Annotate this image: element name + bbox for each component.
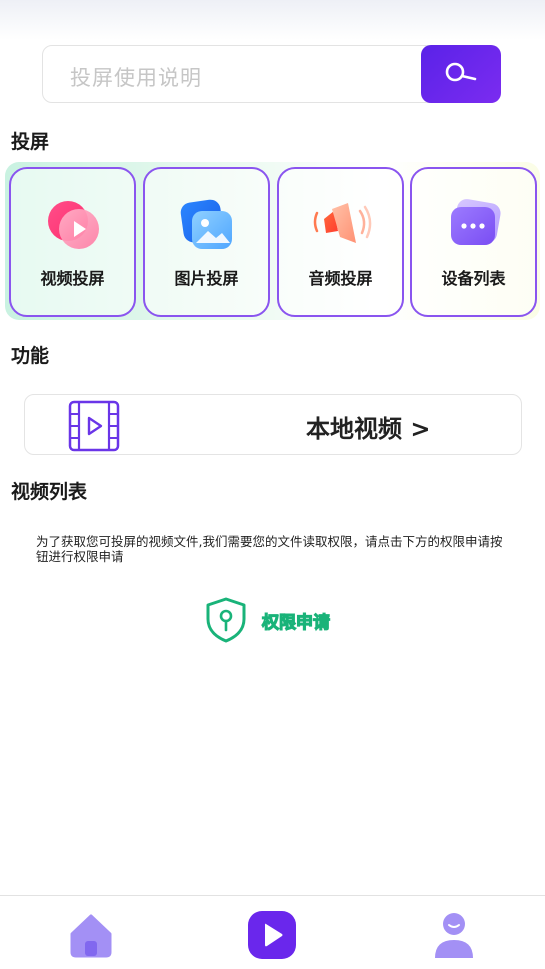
cast-card-devices[interactable]: 设备列表: [410, 167, 537, 317]
permission-request-button[interactable]: 权限申请: [204, 597, 364, 643]
cast-card-devices-label: 设备列表: [441, 269, 506, 288]
cast-card-image-label: 图片投屏: [174, 269, 239, 288]
status-bar-background: [0, 0, 545, 40]
bottom-navigation: [0, 895, 545, 969]
cast-card-audio-label: 音频投屏: [308, 269, 373, 288]
user-icon: [435, 913, 473, 958]
video-file-icon: [68, 400, 120, 452]
search-icon: [445, 62, 477, 82]
video-play-icon: [48, 201, 99, 249]
cast-section-title: 投屏: [11, 131, 50, 153]
image-icon: [180, 199, 232, 249]
permission-request-label: 权限申请: [261, 612, 330, 633]
nav-home[interactable]: [64, 908, 118, 962]
play-icon: [248, 911, 296, 959]
search-button[interactable]: [421, 45, 501, 103]
shield-icon: [206, 597, 246, 643]
local-video-label: 本地视频 >: [306, 415, 431, 443]
search-placeholder: 投屏使用说明: [70, 66, 202, 90]
function-section-title: 功能: [11, 345, 50, 367]
home-icon: [70, 914, 112, 958]
nav-profile[interactable]: [427, 908, 481, 962]
cast-card-video[interactable]: 视频投屏: [9, 167, 136, 317]
cast-card-audio[interactable]: 音频投屏: [277, 167, 404, 317]
cast-card-video-label: 视频投屏: [40, 269, 105, 288]
video-list-section-title: 视频列表: [11, 481, 88, 503]
permission-notice: 为了获取您可投屏的视频文件,我们需要您的文件读取权限，请点击下方的权限申请按钮进…: [36, 534, 503, 564]
cast-card-image[interactable]: 图片投屏: [143, 167, 270, 317]
nav-play[interactable]: [245, 908, 299, 962]
device-chat-icon: [451, 199, 501, 245]
speaker-icon: [313, 203, 372, 243]
local-video-button[interactable]: 本地视频 >: [24, 394, 522, 455]
